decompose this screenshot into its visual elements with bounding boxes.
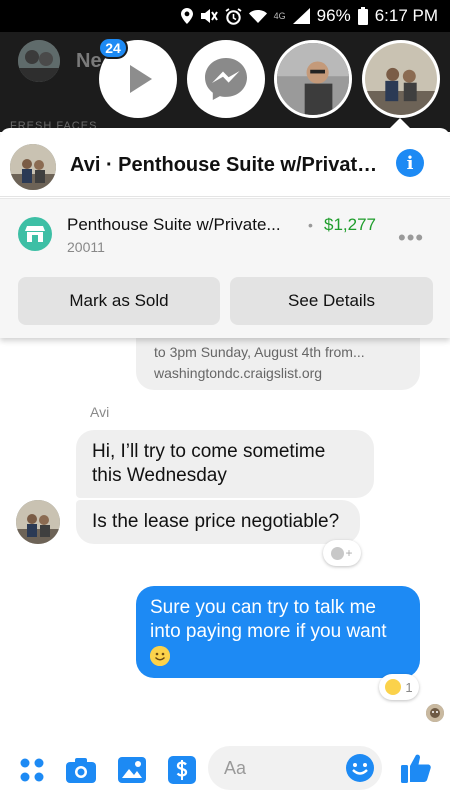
composer-bar [0,740,450,800]
payment-icon[interactable] [166,754,198,786]
gallery-icon[interactable] [116,754,148,786]
laughing-emoji-icon [385,679,402,695]
marketplace-listing: Penthouse Suite w/Private... • $1,277 20… [0,198,450,338]
play-icon [130,65,152,93]
incoming-message[interactable]: Hi, I’ll try to come sometime this Wedne… [76,430,374,498]
network-label: 4G [273,11,286,21]
info-icon[interactable]: i [396,149,424,177]
battery-icon [357,7,368,25]
avi-chat-head[interactable] [362,40,440,118]
sender-avatar[interactable] [16,500,60,544]
listing-price: $1,277 [324,215,376,234]
conversation-header: Avi · Penthouse Suite w/Private... i Pen… [0,128,450,338]
link-preview-domain: washingtondc.craigslist.org [154,365,323,381]
signal-icon [292,8,310,24]
add-reaction-button[interactable]: + [323,540,361,566]
contact-chat-head[interactable] [274,40,352,118]
battery-percent: 96% [316,6,351,25]
emoji-icon[interactable] [345,753,375,783]
shop-icon [18,217,52,251]
header-divider [0,196,450,197]
conversation-title[interactable]: Avi · Penthouse Suite w/Private... [70,154,380,177]
camera-icon[interactable] [65,754,97,786]
messenger-icon [205,58,247,100]
apps-icon[interactable] [16,754,48,786]
status-bar: 4G 96% 6:17 PM [0,0,450,32]
location-icon [180,8,193,24]
background-avatar [18,40,60,82]
messenger-chat-head[interactable] [187,40,265,118]
chat-head-pointer [390,118,410,128]
incoming-message[interactable]: Is the lease price negotiable? [76,500,360,544]
contact-avatar[interactable] [10,144,56,190]
message-reaction[interactable]: 1 [379,674,419,700]
read-receipt-avatar [426,704,444,722]
clock: 6:17 PM [374,6,438,25]
outgoing-message-text: Sure you can try to talk me into paying … [150,597,387,642]
link-preview-text: to 3pm Sunday, August 4th from... [154,344,365,360]
listing-zip: 20011 [67,239,105,255]
smile-emoji-icon [150,645,170,666]
listing-title[interactable]: Penthouse Suite w/Private... [67,215,292,235]
mark-as-sold-button[interactable]: Mark as Sold [18,277,220,325]
see-details-button[interactable]: See Details [230,277,433,325]
outgoing-message[interactable]: Sure you can try to talk me into paying … [136,586,420,678]
wifi-icon [248,9,267,24]
message-thread: to 3pm Sunday, August 4th from... washin… [0,328,450,740]
alarm-icon [225,7,242,25]
more-icon[interactable]: ••• [398,225,424,251]
background-title: Ne [76,50,102,72]
reaction-count: 1 [405,679,413,695]
mute-icon [200,8,218,24]
like-icon[interactable] [400,752,432,784]
sender-name: Avi [90,404,110,420]
listing-separator: • [308,217,313,233]
unread-badge: 24 [98,37,128,59]
reaction-face-icon [331,546,345,560]
plus-icon: + [345,546,353,560]
